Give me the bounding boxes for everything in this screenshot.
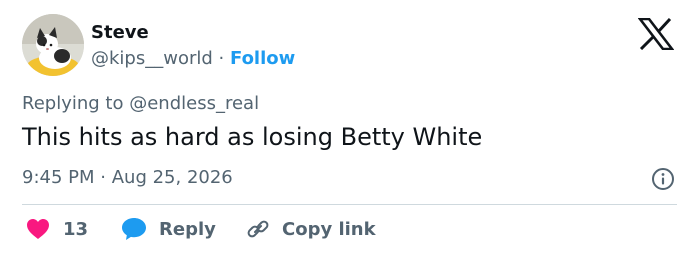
author-handle-row: @kips__world · Follow [91,48,295,69]
speech-bubble-icon [121,217,147,241]
copy-link-label: Copy link [282,218,376,240]
x-logo-icon[interactable] [637,17,675,51]
timestamp-separator: · [100,167,106,188]
like-count: 13 [63,218,89,240]
tweet-time[interactable]: 9:45 PM [22,167,95,188]
reply-button[interactable]: Reply [121,216,216,242]
tweet-timestamp[interactable]: 9:45 PM · Aug 25, 2026 [22,167,233,188]
copy-link-button[interactable]: Copy link [246,216,376,242]
replying-to: Replying to @endless_real [22,93,259,114]
replying-to-handle[interactable]: @endless_real [129,93,259,114]
tweet-date[interactable]: Aug 25, 2026 [112,167,233,188]
follow-button[interactable]: Follow [230,48,295,69]
divider [22,204,677,205]
handle-separator: · [218,48,225,69]
info-icon[interactable] [651,167,675,191]
avatar[interactable] [22,14,84,76]
reply-label: Reply [159,218,216,240]
author-handle[interactable]: @kips__world [91,48,213,69]
link-icon [246,217,270,241]
heart-icon [26,218,50,240]
tweet-text: This hits as hard as losing Betty White [22,123,483,151]
replying-to-label: Replying to [22,93,124,114]
like-button[interactable]: 13 [26,216,88,242]
author-name[interactable]: Steve [91,22,149,43]
cat-avatar-image [22,14,84,76]
